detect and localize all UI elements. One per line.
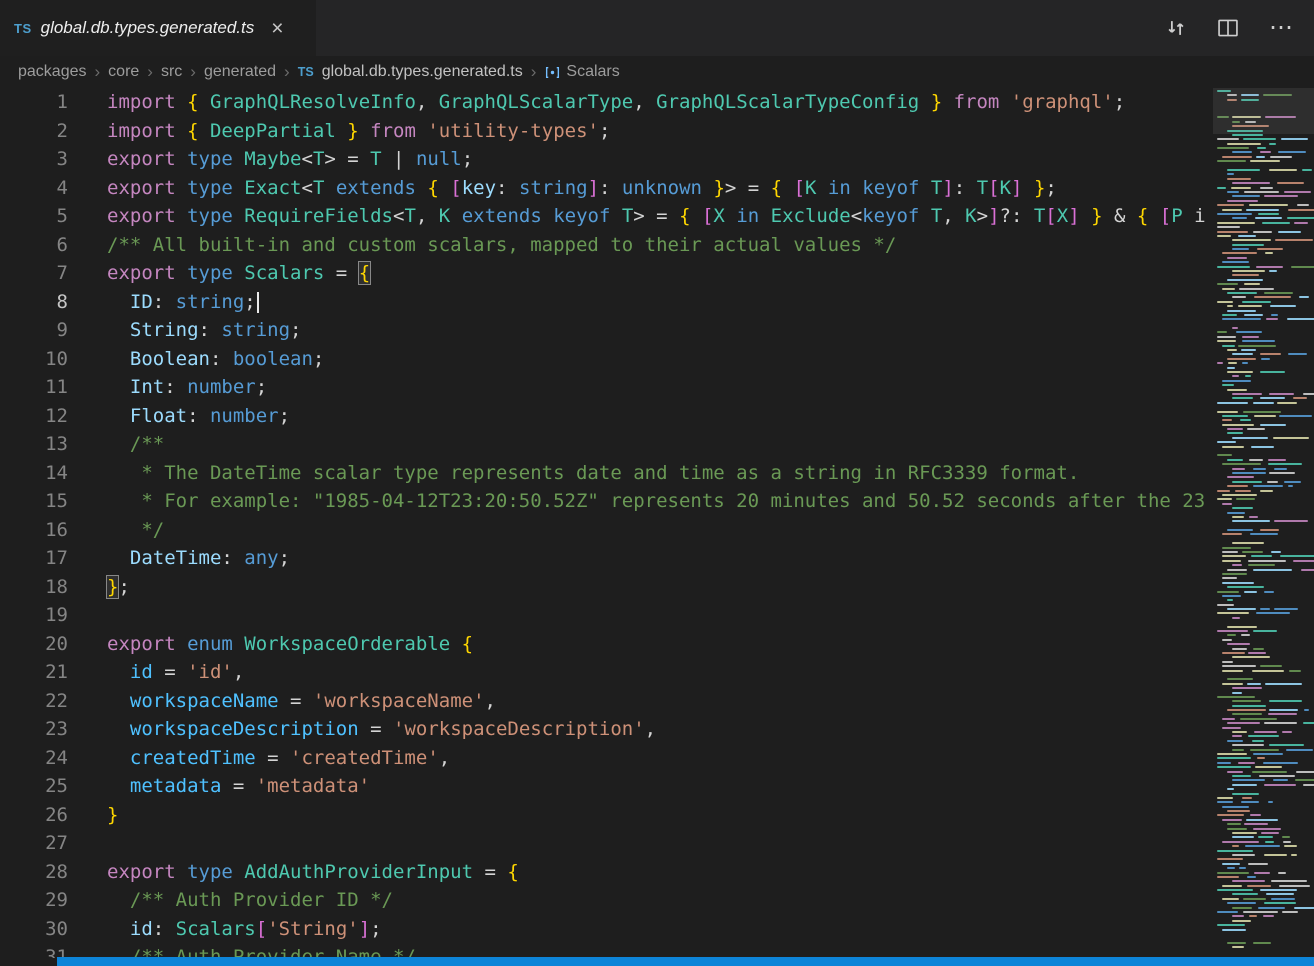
line-number[interactable]: 24 [0,744,68,773]
breadcrumb-separator: › [284,62,290,82]
line-number[interactable]: 27 [0,829,68,858]
code-line[interactable]: /** All built-in and custom scalars, map… [107,231,1314,260]
line-number[interactable]: 29 [0,886,68,915]
line-number[interactable]: 10 [0,345,68,374]
line-number[interactable]: 7 [0,259,68,288]
split-editor-icon[interactable] [1217,17,1239,39]
line-number[interactable]: 26 [0,801,68,830]
line-number[interactable]: 17 [0,544,68,573]
code-line[interactable]: */ [107,516,1314,545]
code-line[interactable]: }; [107,573,1314,602]
line-number[interactable]: 2 [0,117,68,146]
breadcrumb-item-symbol[interactable]: Scalars [544,63,619,81]
line-number[interactable]: 15 [0,487,68,516]
code-line[interactable]: DateTime: any; [107,544,1314,573]
code-line[interactable]: id: Scalars['String']; [107,915,1314,944]
code-line[interactable]: export type RequireFields<T, K extends k… [107,202,1314,231]
line-number[interactable]: 18 [0,573,68,602]
code-line[interactable]: Float: number; [107,402,1314,431]
code-line[interactable]: * The DateTime scalar type represents da… [107,459,1314,488]
minimap-slider[interactable] [1213,88,1314,134]
minimap[interactable] [1213,88,1314,958]
line-number[interactable]: 6 [0,231,68,260]
line-number[interactable]: 12 [0,402,68,431]
breadcrumb-separator: › [531,62,537,82]
line-number[interactable]: 11 [0,373,68,402]
status-bar [57,957,1314,966]
code-line[interactable]: /** [107,430,1314,459]
code-line[interactable]: Int: number; [107,373,1314,402]
breadcrumb-item-core[interactable]: core [108,63,139,81]
breadcrumb-separator: › [190,62,196,82]
breadcrumb: packages › core › src › generated › TS g… [0,56,1314,88]
line-number[interactable]: 14 [0,459,68,488]
code-line[interactable]: ID: string; [107,288,1314,317]
open-changes-icon[interactable] [1165,17,1187,39]
line-number[interactable]: 28 [0,858,68,887]
line-number[interactable]: 19 [0,601,68,630]
line-number[interactable]: 9 [0,316,68,345]
line-number[interactable]: 20 [0,630,68,659]
code-lines[interactable]: import { GraphQLResolveInfo, GraphQLScal… [90,88,1314,958]
code-line[interactable]: /** Auth Provider Name */ [107,943,1314,958]
line-number[interactable]: 21 [0,658,68,687]
text-cursor [257,292,259,313]
minimap-content [1216,90,1314,951]
symbol-variable-icon [544,64,561,81]
gutter: 1234567891011121314151617181920212223242… [0,88,90,958]
line-number[interactable]: 8 [0,288,68,317]
code-line[interactable]: createdTime = 'createdTime', [107,744,1314,773]
breadcrumb-symbol-label: Scalars [566,63,619,81]
code-line[interactable]: metadata = 'metadata' [107,772,1314,801]
line-number[interactable]: 13 [0,430,68,459]
code-line[interactable] [107,601,1314,630]
code-line[interactable]: * For example: "1985-04-12T23:20:50.52Z"… [107,487,1314,516]
code-line[interactable]: workspaceDescription = 'workspaceDescrip… [107,715,1314,744]
code-line[interactable]: export type Scalars = { [107,259,1314,288]
breadcrumb-item-src[interactable]: src [161,63,182,81]
code-line[interactable]: import { GraphQLResolveInfo, GraphQLScal… [107,88,1314,117]
code-line[interactable]: export type Exact<T extends { [key: stri… [107,174,1314,203]
code-line[interactable]: Boolean: boolean; [107,345,1314,374]
tab-global-db-types[interactable]: TS global.db.types.generated.ts × [0,0,316,56]
breadcrumb-separator: › [147,62,153,82]
breadcrumb-item-file[interactable]: global.db.types.generated.ts [322,63,523,81]
line-number[interactable]: 16 [0,516,68,545]
code-line[interactable]: id = 'id', [107,658,1314,687]
line-number[interactable]: 1 [0,88,68,117]
code-line[interactable]: workspaceName = 'workspaceName', [107,687,1314,716]
line-number[interactable]: 5 [0,202,68,231]
code-line[interactable]: String: string; [107,316,1314,345]
line-number[interactable]: 22 [0,687,68,716]
breadcrumb-item-packages[interactable]: packages [18,63,87,81]
line-number[interactable]: 30 [0,915,68,944]
code-line[interactable] [107,829,1314,858]
tab-bar: TS global.db.types.generated.ts × ⋯ [0,0,1314,56]
editor-actions: ⋯ [1165,0,1314,56]
line-number[interactable]: 3 [0,145,68,174]
line-number[interactable]: 23 [0,715,68,744]
line-number[interactable]: 25 [0,772,68,801]
code-line[interactable]: } [107,801,1314,830]
line-number[interactable]: 31 [0,943,68,958]
code-line[interactable]: export type Maybe<T> = T | null; [107,145,1314,174]
editor: 1234567891011121314151617181920212223242… [0,88,1314,958]
code-line[interactable]: import { DeepPartial } from 'utility-typ… [107,117,1314,146]
typescript-file-icon: TS [14,21,32,36]
more-actions-icon[interactable]: ⋯ [1269,22,1294,34]
code-line[interactable]: export enum WorkspaceOrderable { [107,630,1314,659]
breadcrumb-item-generated[interactable]: generated [204,63,276,81]
breadcrumb-separator: › [95,62,101,82]
tab-close-icon[interactable]: × [267,16,287,41]
typescript-file-icon: TS [298,65,314,79]
tab-title: global.db.types.generated.ts [41,18,255,38]
code-line[interactable]: /** Auth Provider ID */ [107,886,1314,915]
line-number[interactable]: 4 [0,174,68,203]
code-line[interactable]: export type AddAuthProviderInput = { [107,858,1314,887]
